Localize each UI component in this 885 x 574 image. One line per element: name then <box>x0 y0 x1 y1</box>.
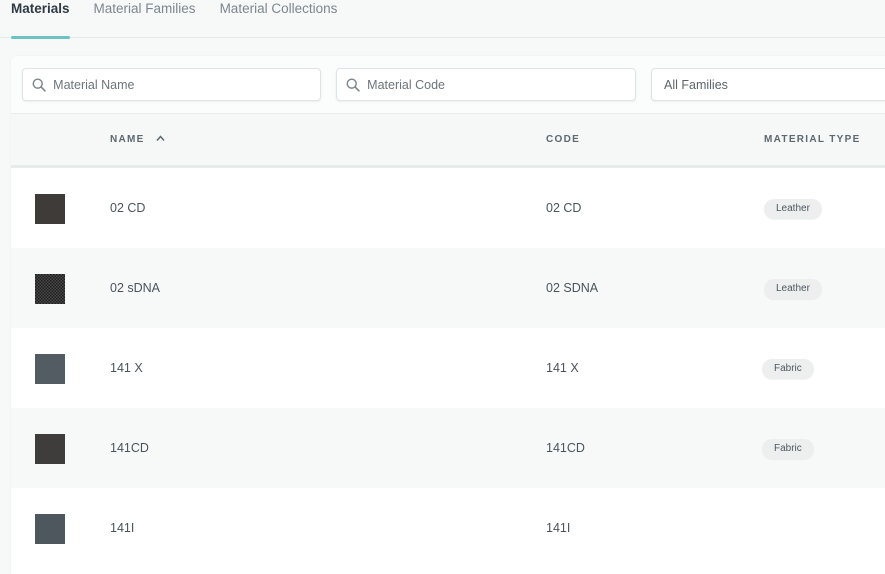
tab-material-families[interactable]: Material Families <box>94 0 196 38</box>
table-body: 02 CD 02 CD Leather 02 sDNA 02 SDNA Leat… <box>11 168 885 568</box>
material-code: 141 X <box>546 361 579 375</box>
material-swatch <box>35 274 65 304</box>
material-code: 02 SDNA <box>546 281 599 295</box>
tab-bar: Materials Material Families Material Col… <box>0 0 885 39</box>
table-row[interactable]: 141CD 141CD Fabric <box>11 408 885 488</box>
search-icon <box>32 77 46 92</box>
material-type-badge: Fabric <box>762 439 814 459</box>
column-header-name[interactable]: NAME <box>110 134 165 145</box>
material-swatch <box>35 194 65 224</box>
table-row[interactable]: 02 sDNA 02 SDNA Leather <box>11 248 885 328</box>
material-name-input[interactable] <box>53 77 320 92</box>
materials-page: Materials Material Families Material Col… <box>0 0 885 574</box>
material-name-filter[interactable] <box>22 68 321 101</box>
chevron-up-icon <box>156 135 165 141</box>
table-header: NAME CODE MATERIAL TYPE <box>11 113 885 168</box>
family-select[interactable]: All Families <box>651 68 885 101</box>
material-code: 141CD <box>546 441 585 455</box>
material-code-filter[interactable] <box>336 68 636 101</box>
tab-materials[interactable]: Materials <box>11 0 70 39</box>
family-select-value: All Families <box>664 77 728 92</box>
column-header-code[interactable]: CODE <box>546 134 580 145</box>
material-code: 141I <box>546 521 571 535</box>
table-row[interactable]: 141 X 141 X Fabric <box>11 328 885 408</box>
table-row[interactable]: 02 CD 02 CD Leather <box>11 168 885 248</box>
tab-material-collections[interactable]: Material Collections <box>220 0 338 38</box>
material-name: 02 CD <box>110 201 146 215</box>
table-row[interactable]: 141I 141I <box>11 488 885 568</box>
material-swatch <box>35 434 65 464</box>
material-swatch <box>35 514 65 544</box>
filter-bar: All Families <box>11 56 885 113</box>
material-name: 141CD <box>110 441 149 455</box>
material-code-input[interactable] <box>367 77 635 92</box>
material-name: 02 sDNA <box>110 281 161 295</box>
material-type-badge: Fabric <box>762 359 814 379</box>
search-icon <box>346 77 360 92</box>
column-header-name-label: NAME <box>110 134 145 145</box>
material-name: 141I <box>110 521 135 535</box>
material-type-badge: Leather <box>764 279 822 299</box>
material-swatch <box>35 354 65 384</box>
materials-table-card: All Families NAME CODE MATERIAL TYPE 02 … <box>11 56 885 574</box>
material-type-badge: Leather <box>764 199 822 219</box>
material-name: 141 X <box>110 361 143 375</box>
column-header-material-type[interactable]: MATERIAL TYPE <box>764 134 861 145</box>
material-code: 02 CD <box>546 201 582 215</box>
